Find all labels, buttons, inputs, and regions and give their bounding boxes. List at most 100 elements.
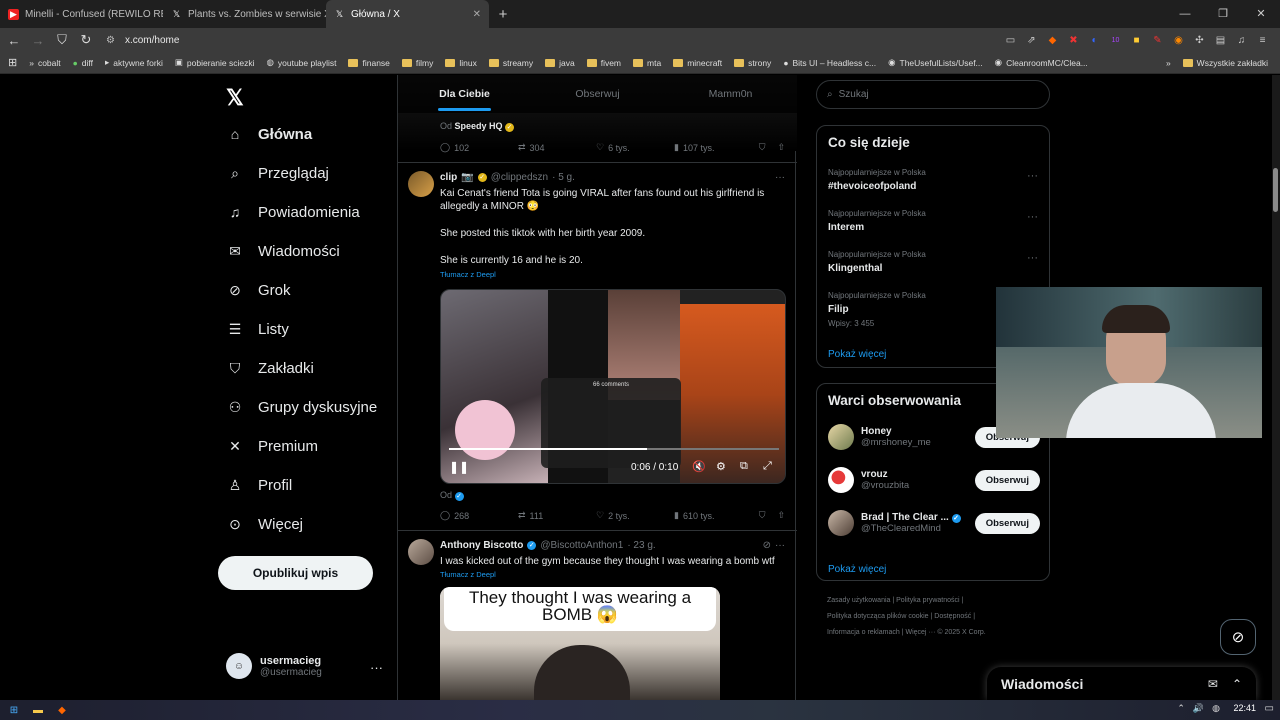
pause-icon[interactable]: ❚❚ <box>449 460 469 474</box>
extension-pen-icon[interactable]: ✎ <box>1150 33 1165 48</box>
more-icon[interactable]: ··· <box>1027 211 1038 223</box>
share-icon[interactable]: ⇗ <box>1024 33 1039 48</box>
show-more-link[interactable]: Pokaż więcej <box>828 349 886 360</box>
grok-explain-icon[interactable]: ⊘ <box>763 540 771 551</box>
tweet-image[interactable]: They thought I was wearing a BOMB 😱 <box>440 587 720 700</box>
menu-icon[interactable]: ≡ <box>1255 33 1270 48</box>
close-window-icon[interactable]: ✕ <box>1242 0 1280 28</box>
brave-browser-icon[interactable]: ◆ <box>52 700 72 720</box>
windows-start-icon[interactable]: ⊞ <box>4 700 24 720</box>
footer-link[interactable]: Polityka dotycząca plików cookie <box>827 613 929 620</box>
like-button[interactable]: ♡ 6 tys. <box>596 142 674 153</box>
more-icon[interactable]: ··· <box>1027 170 1038 182</box>
close-tab-icon[interactable]: ✕ <box>473 9 481 20</box>
bookmark-folder[interactable]: minecraft <box>673 58 722 68</box>
footer-link[interactable]: Zasady użytkowania <box>827 597 890 604</box>
nav-messages[interactable]: ✉ Wiadomości <box>226 242 340 260</box>
avatar[interactable] <box>408 171 434 197</box>
extension-yellow-icon[interactable]: ■ <box>1129 33 1144 48</box>
settings-icon[interactable]: ⚙ <box>716 460 726 473</box>
trend-item[interactable]: Najpopularniejsze w Polska Klingenthal ·… <box>828 250 1038 274</box>
clock[interactable]: 22:41 <box>1233 703 1256 713</box>
nav-premium[interactable]: ✕ Premium <box>226 437 318 455</box>
bookmark-folder[interactable]: finanse <box>348 58 390 68</box>
tab-following[interactable]: Obserwuj <box>531 75 664 113</box>
bookmark-item[interactable]: ▣ pobieranie sciezki <box>175 57 255 68</box>
nav-more[interactable]: ⊙ Więcej <box>226 515 303 533</box>
bookmark-folder[interactable]: mta <box>633 58 661 68</box>
file-explorer-icon[interactable]: ▬ <box>28 700 48 720</box>
pip-icon[interactable]: ⧉ <box>740 460 748 473</box>
footer-link[interactable]: Więcej ··· <box>905 629 935 636</box>
extension-badge-icon[interactable]: 10 <box>1108 33 1123 48</box>
post-button[interactable]: Opublikuj wpis <box>218 556 373 590</box>
like-button[interactable]: ♡ 2 tys. <box>596 510 674 521</box>
browser-tab[interactable]: ▶ Minelli - Confused (REWILO REMI <box>0 0 163 28</box>
more-bookmarks-icon[interactable]: » <box>1166 58 1171 68</box>
notifications-icon[interactable]: ▭ <box>1265 703 1274 714</box>
extension-orange-icon[interactable]: ◉ <box>1171 33 1186 48</box>
bookmark-item[interactable]: ◍ youtube playlist <box>266 57 336 68</box>
search-input[interactable]: ⌕ Szukaj <box>816 80 1050 109</box>
more-icon[interactable]: ··· <box>775 540 785 551</box>
sidebar-icon[interactable]: ▤ <box>1213 33 1228 48</box>
views-button[interactable]: ▮ 610 tys. <box>674 510 752 521</box>
browser-tab-active[interactable]: 𝕏 Główna / X ✕ <box>326 0 489 28</box>
messages-drawer[interactable]: Wiadomości ✉ ⌃ <box>987 667 1256 700</box>
footer-link[interactable]: Informacja o reklamach <box>827 629 900 636</box>
bookmark-item[interactable]: ◉ CleanroomMC/Clea... <box>995 57 1088 68</box>
nav-profile[interactable]: ♙ Profil <box>226 476 292 494</box>
bookmark-page-icon[interactable]: ⛉ <box>52 32 72 48</box>
source-name[interactable]: Speedy HQ <box>455 121 503 131</box>
extension-blue-icon[interactable]: ◐ <box>1087 33 1102 48</box>
bookmark-folder[interactable]: linux <box>445 58 477 68</box>
nav-lists[interactable]: ☰ Listy <box>226 320 289 338</box>
nav-communities[interactable]: ⚇ Grupy dyskusyjne <box>226 398 378 416</box>
tray-chevron-icon[interactable]: ⌃ <box>1177 703 1185 714</box>
more-icon[interactable]: ··· <box>775 172 785 183</box>
bookmark-item[interactable]: ◉ TheUsefulLists/Usef... <box>888 57 983 68</box>
views-button[interactable]: ▮ 107 tys. <box>674 142 752 153</box>
follow-button[interactable]: Obserwuj <box>974 512 1040 534</box>
author-handle[interactable]: @BiscottoAnthon1 <box>540 540 623 551</box>
restore-icon[interactable]: ❐ <box>1204 0 1242 28</box>
extension-red-icon[interactable]: ✖ <box>1066 33 1081 48</box>
bookmark-item[interactable]: ● Bits UI – Headless c... <box>783 58 876 68</box>
footer-link[interactable]: Dostępność <box>934 613 971 620</box>
minimize-icon[interactable]: — <box>1166 0 1204 28</box>
repost-button[interactable]: ⇄ 304 <box>518 142 596 153</box>
share-button[interactable]: ⇧ <box>777 142 785 153</box>
repost-button[interactable]: ⇄ 111 <box>518 510 596 521</box>
share-button[interactable]: ⇧ <box>777 510 785 521</box>
account-switcher[interactable]: ☺ usermacieg @usermacieg <box>226 653 322 679</box>
new-tab-button[interactable]: + <box>489 6 517 23</box>
fullscreen-icon[interactable]: ⤢ <box>763 460 772 473</box>
bookmark-folder[interactable]: fivem <box>586 58 621 68</box>
nav-grok[interactable]: ⊘ Grok <box>226 281 290 299</box>
bookmark-folder[interactable]: filmy <box>401 58 433 68</box>
nav-explore[interactable]: ⌕ Przeglądaj <box>226 164 329 182</box>
back-icon[interactable]: ← <box>4 33 24 48</box>
trend-item[interactable]: Najpopularniejsze w Polska #thevoiceofpo… <box>828 168 1038 192</box>
bookmark-item[interactable]: » cobalt <box>29 58 60 68</box>
site-info-icon[interactable]: ⚙ <box>106 35 115 46</box>
reply-button[interactable]: ◯ 102 <box>440 142 518 153</box>
extensions-puzzle-icon[interactable]: ✣ <box>1192 33 1207 48</box>
expand-icon[interactable]: ⌃ <box>1232 677 1242 691</box>
media-icon[interactable]: ♫ <box>1234 33 1249 48</box>
all-bookmarks[interactable]: Wszystkie zakładki <box>1182 58 1268 68</box>
author-name[interactable]: clip <box>440 172 457 183</box>
author-handle[interactable]: @clippedszn <box>491 172 548 183</box>
bookmark-button[interactable]: ⛉ <box>759 142 766 153</box>
show-more-link[interactable]: Pokaż więcej <box>828 564 886 575</box>
bookmark-folder[interactable]: streamy <box>488 58 533 68</box>
more-icon[interactable]: ··· <box>1027 252 1038 264</box>
reply-button[interactable]: ◯ 268 <box>440 510 518 521</box>
apps-icon[interactable]: ⊞ <box>8 56 17 69</box>
follow-suggestion[interactable]: Brad | The Clear ... ✓ @TheClearedMind Ob… <box>828 510 1040 536</box>
bookmark-item[interactable]: ▸ aktywne forki <box>105 57 163 68</box>
page-scrollbar-thumb[interactable] <box>1273 168 1278 212</box>
nav-home[interactable]: ⌂ Główna <box>226 125 312 143</box>
tab-mammon[interactable]: Mamm0n <box>664 75 797 113</box>
volume-icon[interactable]: 🔊 <box>1193 703 1204 714</box>
